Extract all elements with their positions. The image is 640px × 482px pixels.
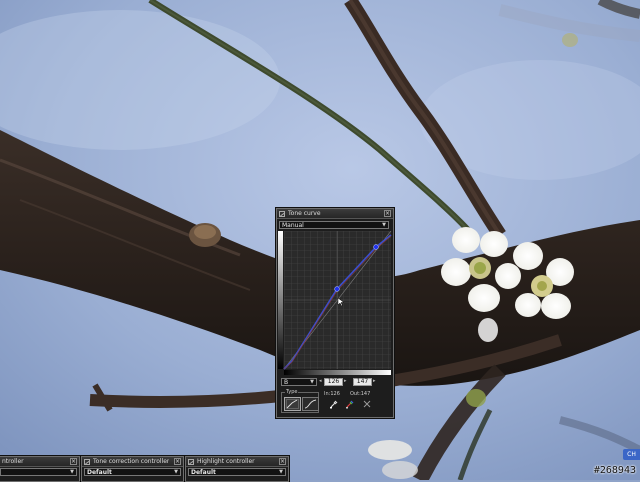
preset-select[interactable]: Default ▼ <box>84 468 181 476</box>
close-button[interactable]: × <box>384 210 391 217</box>
panel-titlebar[interactable]: Highlight controller × <box>186 457 288 467</box>
panel-title: Highlight controller <box>197 458 255 465</box>
chevron-down-icon: ▼ <box>174 469 178 475</box>
input-readout: In:126 <box>324 391 340 397</box>
eyedropper-black-icon[interactable] <box>329 399 339 409</box>
tone-curve-window[interactable]: Tone curve × Manual ▼ B ▼ ◂ 126 ▸ 147 ▸ … <box>276 208 394 418</box>
preset-select[interactable]: ▼ <box>0 468 77 476</box>
output-gradient-bar <box>278 231 283 369</box>
input-decrement-icon[interactable]: ◂ <box>319 378 322 384</box>
input-increment-icon[interactable]: ▸ <box>344 378 347 384</box>
preset-value: Default <box>191 468 216 476</box>
type-group: Type <box>281 389 319 413</box>
highlight-icon <box>188 458 194 465</box>
output-increment-icon[interactable]: ▸ <box>373 378 376 384</box>
preset-value: Default <box>87 468 112 476</box>
chevron-down-icon: ▼ <box>70 469 74 475</box>
close-button[interactable]: × <box>279 458 286 465</box>
chevron-down-icon: ▼ <box>279 469 283 475</box>
output-value-field[interactable]: 147 <box>353 378 372 386</box>
smooth-curve-icon <box>304 399 317 409</box>
window-title: Tone curve <box>288 210 321 217</box>
smooth-curve-button[interactable] <box>302 397 319 411</box>
corner-badge[interactable]: CH <box>623 449 640 460</box>
close-button[interactable]: × <box>174 458 181 465</box>
curve-control-point[interactable] <box>334 286 340 292</box>
linear-curve-icon <box>286 399 299 409</box>
panel-title: Tone correction controller <box>93 458 170 465</box>
panel-titlebar[interactable]: ntroller × <box>0 457 79 467</box>
tone-curve-titlebar[interactable]: Tone curve × <box>277 209 393 219</box>
type-label: Type <box>285 389 299 395</box>
close-button[interactable]: × <box>70 458 77 465</box>
chevron-down-icon: ▼ <box>310 379 314 385</box>
curve-control-point[interactable] <box>373 244 379 250</box>
mode-select[interactable]: Manual ▼ <box>279 221 389 229</box>
channel-select[interactable]: B ▼ <box>281 378 317 386</box>
panel-titlebar[interactable]: Tone correction controller × <box>82 457 183 467</box>
tone-curve-icon <box>279 210 285 217</box>
output-readout: Out:147 <box>350 391 371 397</box>
mode-value: Manual <box>282 221 304 229</box>
eyedropper-color-icon[interactable] <box>345 399 355 409</box>
tone-curve-graph[interactable] <box>278 231 392 375</box>
bottom-panel-1[interactable]: ntroller × ▼ <box>0 456 80 482</box>
input-value-field[interactable]: 126 <box>324 378 343 386</box>
input-gradient-bar <box>284 370 391 375</box>
linear-curve-button[interactable] <box>284 397 301 411</box>
panel-title: ntroller <box>2 458 24 465</box>
tone-correction-icon <box>84 458 90 465</box>
reset-icon[interactable] <box>363 400 371 408</box>
bottom-panel-3[interactable]: Highlight controller × Default ▼ <box>185 456 289 482</box>
channel-value: B <box>284 378 289 386</box>
preset-select[interactable]: Default ▼ <box>188 468 286 476</box>
chevron-down-icon: ▼ <box>382 222 386 228</box>
bottom-panel-2[interactable]: Tone correction controller × Default ▼ <box>81 456 184 482</box>
watermark: #268943 <box>593 465 636 476</box>
